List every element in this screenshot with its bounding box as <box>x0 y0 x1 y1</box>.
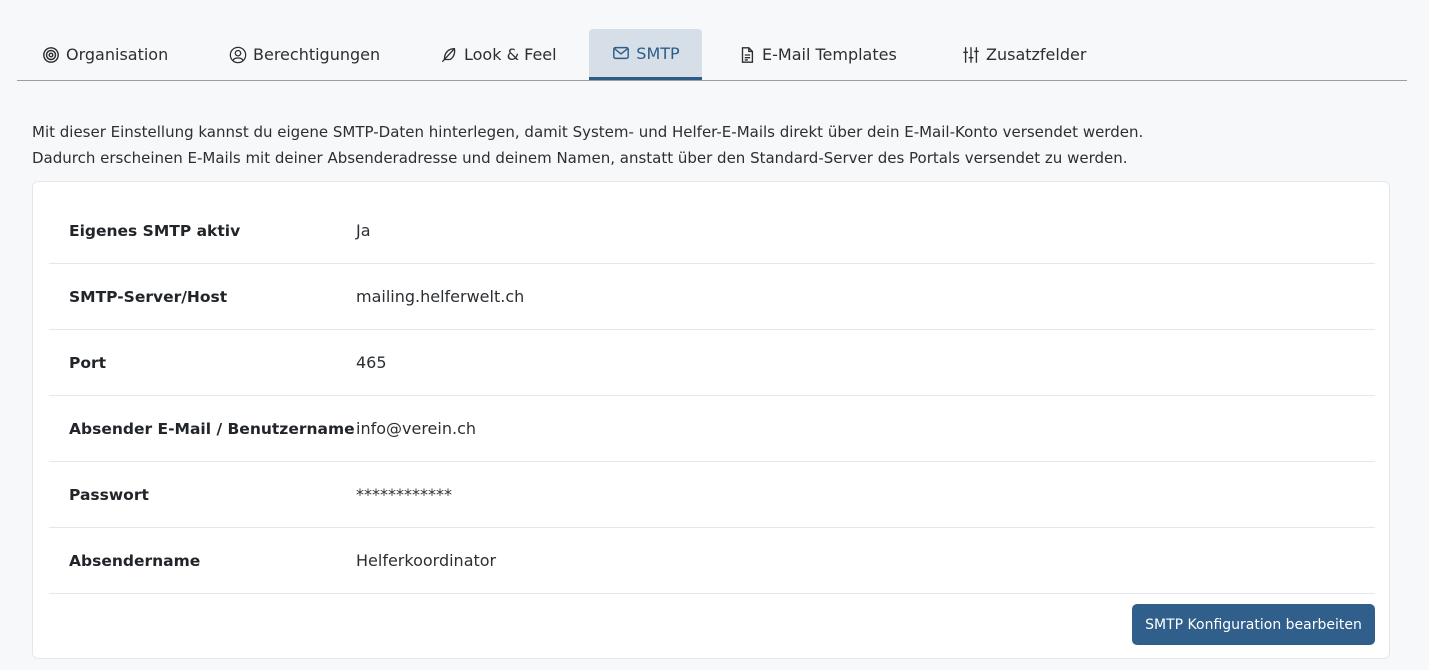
setting-value: Helferkoordinator <box>356 551 497 570</box>
setting-value: Ja <box>356 221 371 240</box>
tab-label: E-Mail Templates <box>762 45 897 64</box>
sliders-icon <box>961 45 981 65</box>
tab-email-templates[interactable]: E-Mail Templates <box>702 29 923 80</box>
setting-label: Port <box>69 353 107 372</box>
file-text-icon <box>737 45 757 65</box>
setting-row-password: Passwort ************ <box>49 462 1375 528</box>
settings-tabs: Organisation Berechtigungen Look & Feel <box>17 29 1407 81</box>
smtp-settings-card: Eigenes SMTP aktiv Ja SMTP-Server/Host m… <box>32 181 1390 659</box>
smtp-description: Mit dieser Einstellung kannst du eigene … <box>32 120 1143 171</box>
edit-smtp-config-button[interactable]: SMTP Konfiguration bearbeiten <box>1132 604 1375 645</box>
tab-label: Organisation <box>66 45 169 64</box>
envelope-icon <box>611 43 631 63</box>
tab-zusatzfelder[interactable]: Zusatzfelder <box>923 29 1103 80</box>
tab-label: Look & Feel <box>464 45 557 64</box>
feather-icon <box>439 45 459 65</box>
setting-value: mailing.helferwelt.ch <box>356 287 525 306</box>
setting-label: Absendername <box>69 551 201 570</box>
setting-value: 465 <box>356 353 387 372</box>
tab-label: Zusatzfelder <box>986 45 1087 64</box>
setting-row-smtp-host: SMTP-Server/Host mailing.helferwelt.ch <box>49 264 1375 330</box>
user-circle-icon <box>228 45 248 65</box>
description-line-2: Dadurch erscheinen E-Mails mit deiner Ab… <box>32 148 1128 167</box>
target-icon <box>41 45 61 65</box>
setting-row-port: Port 465 <box>49 330 1375 396</box>
tab-label: Berechtigungen <box>253 45 381 64</box>
setting-label: Passwort <box>69 485 149 504</box>
setting-row-sender-name: Absendername Helferkoordinator <box>49 528 1375 594</box>
tab-label: SMTP <box>636 43 680 63</box>
setting-label: Absender E-Mail / Benutzername <box>69 419 355 438</box>
description-line-1: Mit dieser Einstellung kannst du eigene … <box>32 123 1144 141</box>
tab-berechtigungen[interactable]: Berechtigungen <box>194 29 406 80</box>
tab-organisation[interactable]: Organisation <box>17 29 194 80</box>
settings-list: Eigenes SMTP aktiv Ja SMTP-Server/Host m… <box>49 198 1375 594</box>
setting-row-smtp-active: Eigenes SMTP aktiv Ja <box>49 198 1375 264</box>
setting-value: ************ <box>356 485 452 504</box>
setting-value: info@verein.ch <box>356 419 476 438</box>
setting-row-sender-email: Absender E-Mail / Benutzername info@vere… <box>49 396 1375 462</box>
setting-label: Eigenes SMTP aktiv <box>69 221 241 240</box>
tab-smtp[interactable]: SMTP <box>589 29 702 80</box>
setting-label: SMTP-Server/Host <box>69 287 228 306</box>
tab-look-and-feel[interactable]: Look & Feel <box>406 29 589 80</box>
